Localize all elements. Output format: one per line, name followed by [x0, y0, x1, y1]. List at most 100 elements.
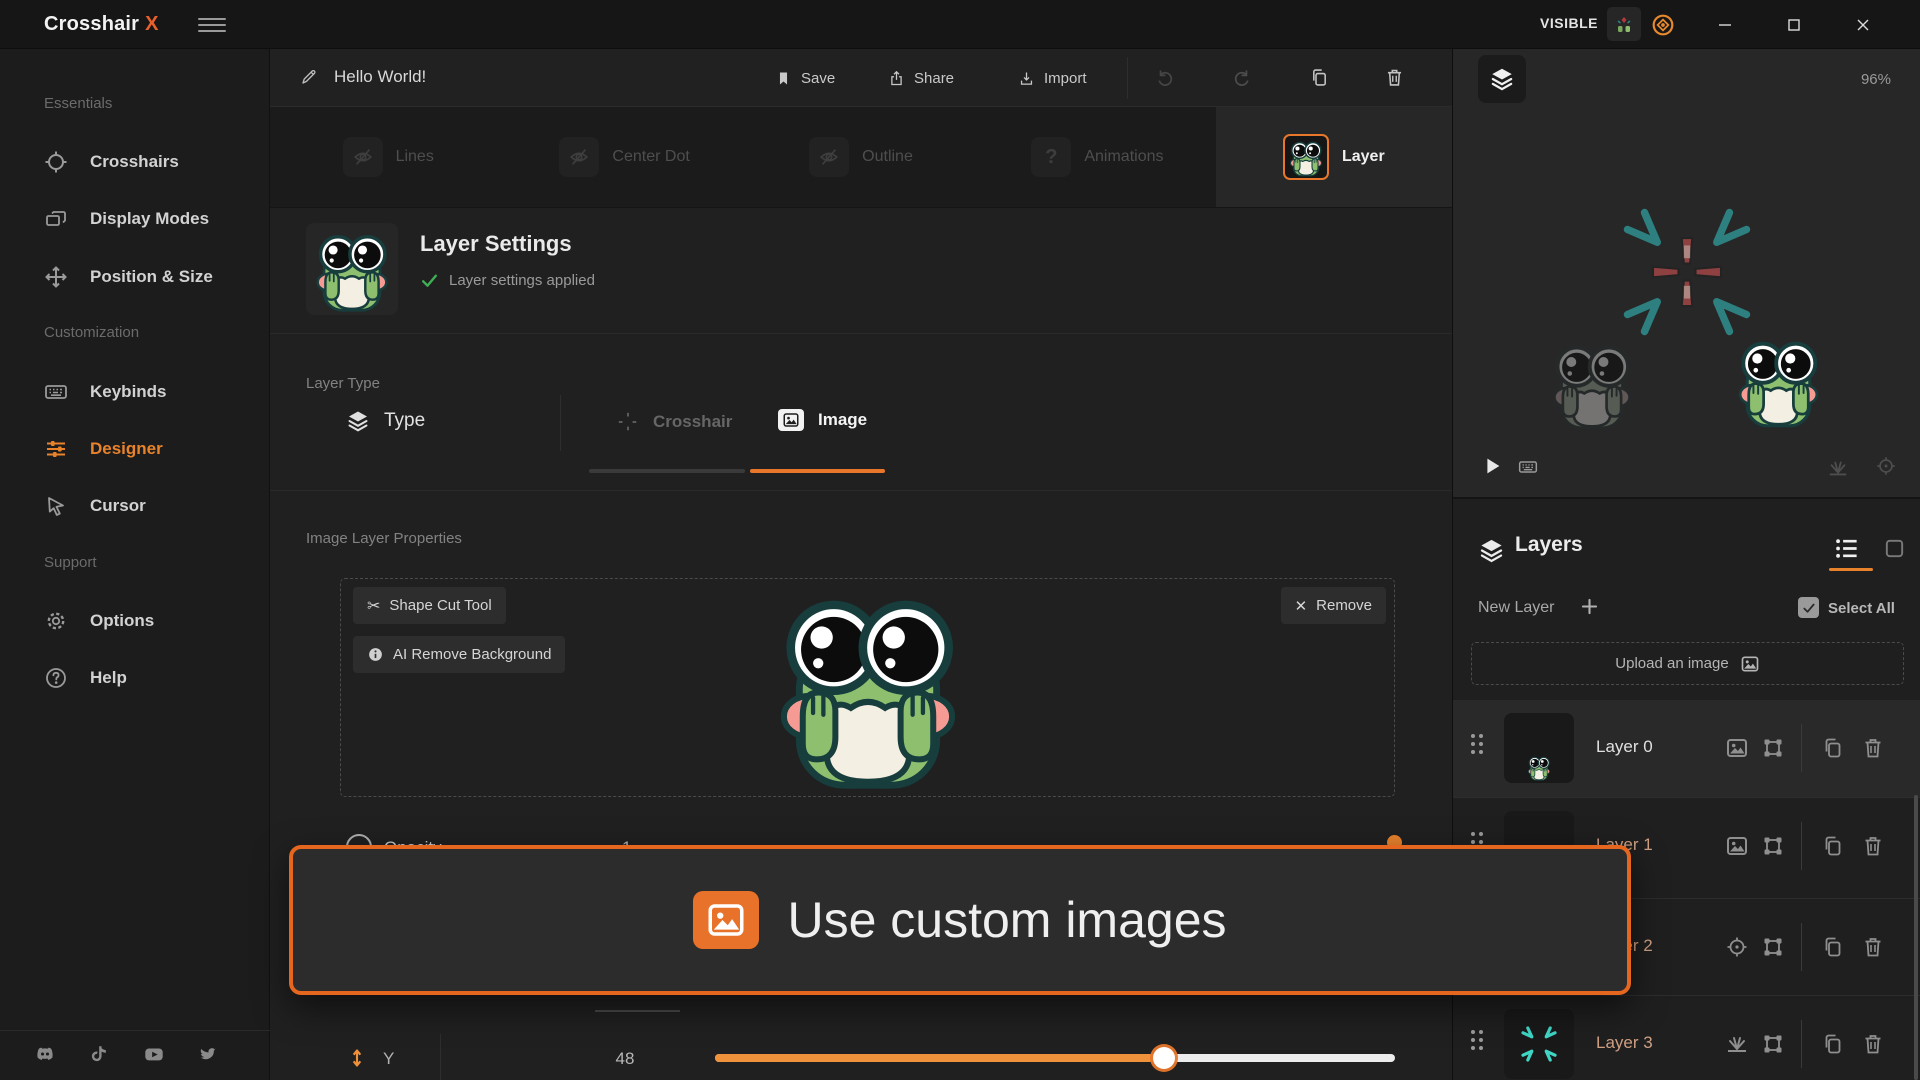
- copy-icon[interactable]: [1821, 834, 1845, 858]
- transform-icon[interactable]: [1761, 834, 1785, 858]
- undo-button[interactable]: [1150, 63, 1178, 91]
- duplicate-button[interactable]: [1305, 63, 1333, 91]
- sidebar-item-help[interactable]: Help: [0, 661, 270, 695]
- pencil-icon: [300, 68, 318, 86]
- minimize-button[interactable]: [1702, 0, 1748, 49]
- layer-type-image[interactable]: Image: [778, 409, 867, 431]
- trash-icon[interactable]: [1861, 834, 1885, 858]
- play-icon[interactable]: [1481, 455, 1503, 477]
- layer-row-3[interactable]: Layer 3: [1453, 995, 1920, 1080]
- row-divider: [1801, 1020, 1802, 1068]
- keyboard-icon[interactable]: [1515, 457, 1541, 477]
- copy-icon[interactable]: [1821, 736, 1845, 760]
- layer-row-0[interactable]: Layer 0: [1453, 700, 1920, 797]
- shape-cut-tool-button[interactable]: ✂ Shape Cut Tool: [353, 587, 506, 624]
- sidebar-item-crosshairs[interactable]: Crosshairs: [0, 145, 270, 179]
- minimize-icon: [1717, 17, 1733, 33]
- target-icon[interactable]: [1875, 455, 1897, 477]
- crosshair-render: [1602, 187, 1772, 357]
- delete-button[interactable]: [1380, 63, 1408, 91]
- move-icon: [44, 265, 68, 289]
- select-all-checkbox[interactable]: [1798, 597, 1819, 618]
- layers-view-button[interactable]: [1478, 55, 1526, 103]
- discord-icon[interactable]: [34, 1043, 56, 1065]
- crosshair-preview-chip[interactable]: [1607, 7, 1641, 41]
- new-layer-button[interactable]: New Layer: [1478, 599, 1554, 617]
- ai-remove-background-button[interactable]: AI Remove Background: [353, 636, 565, 673]
- plus-icon[interactable]: [1579, 596, 1600, 617]
- select-all-label: Select All: [1828, 600, 1895, 617]
- y-label: Y: [383, 1049, 394, 1069]
- sidebar-item-keybinds[interactable]: Keybinds: [0, 375, 270, 409]
- list-view-icon[interactable]: [1833, 535, 1860, 562]
- overlay-toggle-button[interactable]: [1650, 12, 1676, 38]
- layer-avatar: [306, 223, 398, 315]
- y-slider[interactable]: [715, 1054, 1395, 1062]
- grid-view-icon[interactable]: [1883, 537, 1906, 560]
- display-modes-icon: [44, 207, 68, 231]
- close-button[interactable]: [1840, 0, 1886, 49]
- share-icon: [888, 70, 905, 87]
- tab-layer[interactable]: Layer: [1216, 107, 1452, 207]
- cursor-icon: [44, 494, 68, 518]
- layer-frog-dim: [1543, 339, 1641, 431]
- drag-handle[interactable]: [1471, 1030, 1485, 1058]
- maximize-button[interactable]: [1771, 0, 1817, 49]
- keyboard-icon: [44, 380, 68, 404]
- layer-0-name: Layer 0: [1596, 737, 1653, 757]
- image-type-icon[interactable]: [1725, 736, 1749, 760]
- sidebar-item-position-size[interactable]: Position & Size: [0, 260, 270, 294]
- image-type-icon[interactable]: [1725, 834, 1749, 858]
- sidebar-item-designer[interactable]: Designer: [0, 432, 270, 466]
- y-slider-thumb[interactable]: [1153, 1047, 1175, 1069]
- sidebar-item-options[interactable]: Options: [0, 604, 270, 638]
- share-button[interactable]: Share: [888, 61, 954, 95]
- close-icon: [1855, 17, 1871, 33]
- menu-icon[interactable]: [198, 14, 226, 34]
- spark-type-icon[interactable]: [1725, 1032, 1749, 1056]
- tab-outline[interactable]: Outline: [743, 107, 979, 207]
- transform-icon[interactable]: [1761, 935, 1785, 959]
- layers-icon: [346, 409, 370, 433]
- youtube-icon[interactable]: [143, 1043, 165, 1065]
- type-selector[interactable]: Type: [346, 409, 425, 433]
- upload-image-button[interactable]: Upload an image: [1471, 642, 1904, 685]
- tab-center-dot[interactable]: Center Dot: [506, 107, 742, 207]
- toolbar-divider: [1127, 57, 1128, 99]
- y-value: 48: [595, 1049, 655, 1069]
- type-underline-active: [750, 469, 885, 473]
- twitter-icon[interactable]: [197, 1043, 219, 1065]
- scrollbar[interactable]: [1914, 795, 1918, 1080]
- transform-icon[interactable]: [1761, 736, 1785, 760]
- sidebar-item-cursor[interactable]: Cursor: [0, 489, 270, 523]
- save-button[interactable]: Save: [775, 61, 835, 95]
- sidebar-item-display-modes[interactable]: Display Modes: [0, 202, 270, 236]
- trash-icon[interactable]: [1861, 935, 1885, 959]
- y-row-divider: [440, 1034, 441, 1080]
- import-button[interactable]: Import: [1018, 61, 1087, 95]
- info-icon: [367, 646, 384, 663]
- crosshair-dash-icon: [617, 411, 639, 433]
- trash-icon[interactable]: [1861, 736, 1885, 760]
- copy-icon[interactable]: [1821, 1032, 1845, 1056]
- remove-image-button[interactable]: ✕ Remove: [1281, 587, 1386, 624]
- tiktok-icon[interactable]: [88, 1043, 110, 1065]
- transform-icon[interactable]: [1761, 1032, 1785, 1056]
- profile-title[interactable]: Hello World!: [300, 67, 426, 87]
- section-label-customization: Customization: [44, 324, 139, 341]
- target-type-icon[interactable]: [1725, 935, 1749, 959]
- section-label-essentials: Essentials: [44, 95, 112, 112]
- redo-button[interactable]: [1228, 63, 1256, 91]
- image-dropzone[interactable]: ✂ Shape Cut Tool AI Remove Background ✕ …: [340, 578, 1395, 797]
- x-icon: ✕: [1295, 597, 1308, 615]
- copy-icon[interactable]: [1821, 935, 1845, 959]
- drag-handle[interactable]: [1471, 734, 1485, 762]
- layer-type-crosshair[interactable]: Crosshair: [617, 411, 732, 433]
- trash-icon[interactable]: [1861, 1032, 1885, 1056]
- updown-arrow-icon: [347, 1048, 367, 1068]
- tab-lines[interactable]: Lines: [270, 107, 506, 207]
- spark-icon[interactable]: [1827, 457, 1849, 479]
- tab-animations[interactable]: ? Animations: [979, 107, 1215, 207]
- social-links: [0, 1030, 270, 1080]
- toast-message: Use custom images: [787, 891, 1226, 949]
